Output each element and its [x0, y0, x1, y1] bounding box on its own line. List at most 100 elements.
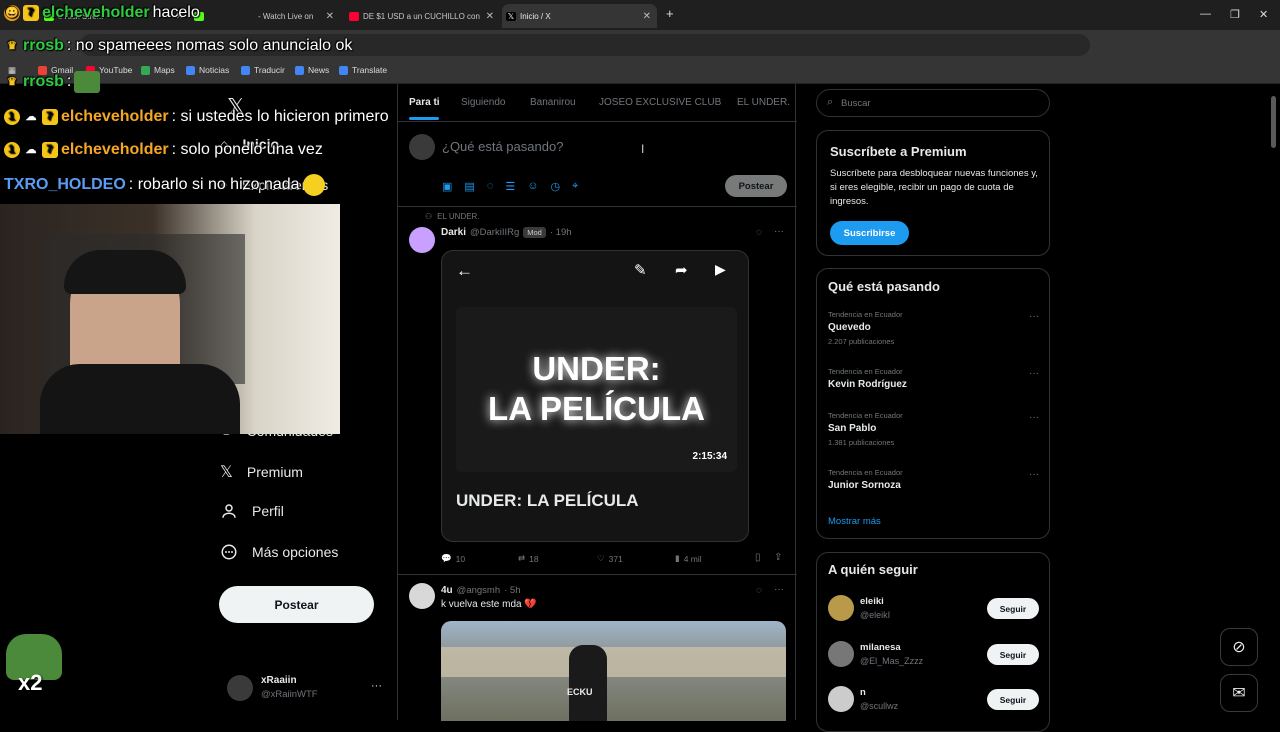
- bookmark-traducir[interactable]: Traducir: [241, 65, 285, 75]
- trend-name: San Pablo: [828, 423, 877, 434]
- like-count: 371: [608, 553, 623, 564]
- new-tab-button[interactable]: +: [666, 6, 674, 21]
- back-arrow-icon[interactable]: ←: [456, 261, 473, 281]
- trend-item[interactable]: Tendencia en Ecuador Quevedo 2.207 publi…: [828, 310, 1040, 346]
- bookmark-news[interactable]: News: [295, 65, 329, 75]
- chat-message: 😀 7 elcheveholder hacelo: [4, 4, 200, 22]
- grok-icon[interactable]: ◌: [487, 180, 494, 193]
- grok-floating-button[interactable]: ⊘: [1220, 628, 1258, 666]
- close-icon[interactable]: ✕: [643, 11, 651, 22]
- chat-username: elcheveholder: [42, 4, 150, 21]
- divider: [398, 574, 797, 575]
- browser-tab[interactable]: - Watch Live on ✕: [190, 4, 340, 28]
- community-label: EL UNDER.: [437, 212, 480, 221]
- nav-item-profile[interactable]: Perfil: [220, 502, 284, 520]
- video-icon[interactable]: ▶: [715, 261, 726, 278]
- post-author-avatar[interactable]: [409, 227, 435, 253]
- trend-item[interactable]: Tendencia en Ecuador Kevin Rodríguez: [828, 367, 1040, 390]
- compose-post-button[interactable]: Postear: [725, 175, 787, 197]
- bookmark-icon[interactable]: ▯: [755, 552, 761, 563]
- emoji-icon[interactable]: ☺: [527, 180, 538, 193]
- video-thumbnail[interactable]: UNDER: LA PELÍCULA 2:15:34: [456, 307, 737, 472]
- trend-more-icon[interactable]: ···: [1029, 368, 1039, 379]
- chat-text: :: [66, 73, 72, 90]
- search-input[interactable]: ⌕ Buscar: [816, 89, 1050, 117]
- user-avatar[interactable]: [828, 595, 854, 621]
- trends-card: Qué está pasando Tendencia en Ecuador Qu…: [816, 268, 1050, 539]
- bookmark-noticias[interactable]: Noticias: [186, 65, 229, 75]
- user-avatar[interactable]: [828, 686, 854, 712]
- reply-button[interactable]: 💬 10: [441, 553, 465, 564]
- post-more-icon[interactable]: ···: [774, 226, 784, 237]
- post-button[interactable]: Postear: [219, 586, 374, 623]
- tab-el-under[interactable]: EL UNDER.: [737, 97, 790, 108]
- user-avatar[interactable]: [828, 641, 854, 667]
- tab-following[interactable]: Siguiendo: [461, 97, 505, 108]
- user-name[interactable]: eleiki: [860, 596, 884, 607]
- trend-name: Quevedo: [828, 322, 871, 333]
- maximize-button[interactable]: ❐: [1230, 8, 1240, 21]
- post-author-name[interactable]: Darki: [441, 227, 466, 238]
- bookmark-maps[interactable]: Maps: [141, 65, 175, 75]
- post-video[interactable]: ECKU: [441, 621, 786, 721]
- post-time[interactable]: · 5h: [504, 585, 520, 596]
- page-scrollbar[interactable]: [1271, 96, 1276, 148]
- user-name[interactable]: n: [860, 687, 866, 698]
- follow-button[interactable]: Seguir: [987, 644, 1039, 665]
- poll-icon[interactable]: ☰: [505, 180, 515, 193]
- repost-button[interactable]: ⇄ 18: [518, 553, 539, 564]
- account-avatar[interactable]: [227, 675, 253, 701]
- video-title-line2: LA PELÍCULA: [488, 390, 705, 427]
- edit-icon[interactable]: ✎: [634, 261, 647, 279]
- location-icon[interactable]: ⌖: [572, 180, 578, 193]
- follow-button[interactable]: Seguir: [987, 689, 1039, 710]
- tab-bananirou[interactable]: Bananirou: [530, 97, 576, 108]
- browser-tab-active[interactable]: 𝕏 Inicio / X ✕: [502, 4, 657, 28]
- chat-username: elcheveholder: [61, 108, 169, 125]
- nav-item-premium[interactable]: 𝕏 Premium: [220, 462, 303, 482]
- share-icon[interactable]: ⇪: [774, 552, 782, 563]
- nav-item-more[interactable]: Más opciones: [220, 543, 338, 561]
- tab-joseo[interactable]: JOSEO EXCLUSIVE CLUB: [599, 97, 721, 108]
- community-context[interactable]: ⚇ EL UNDER.: [425, 212, 480, 221]
- account-menu-icon[interactable]: ···: [371, 680, 382, 692]
- post-author-avatar[interactable]: [409, 583, 435, 609]
- bookmark-label: Noticias: [199, 65, 230, 75]
- post-more-icon[interactable]: ···: [774, 584, 784, 595]
- user-name[interactable]: milanesa: [860, 642, 901, 653]
- schedule-icon[interactable]: ◷: [550, 180, 560, 193]
- trend-more-icon[interactable]: ···: [1029, 412, 1039, 423]
- follow-button[interactable]: Seguir: [987, 598, 1039, 619]
- subscribe-button[interactable]: Suscribirse: [830, 221, 909, 245]
- bookmarks-bar: ▦ Gmail YouTube Maps Noticias Traducir N…: [0, 60, 1280, 84]
- close-icon[interactable]: ✕: [326, 11, 334, 22]
- share-icon[interactable]: ➦: [675, 261, 688, 279]
- messages-floating-button[interactable]: ✉: [1220, 674, 1258, 712]
- trend-more-icon[interactable]: ···: [1029, 469, 1039, 480]
- trend-meta: Tendencia en Ecuador: [828, 468, 903, 477]
- show-more-link[interactable]: Mostrar más: [828, 516, 881, 527]
- trend-more-icon[interactable]: ···: [1029, 311, 1039, 322]
- tab-for-you[interactable]: Para ti: [409, 97, 440, 108]
- gif-icon[interactable]: ▤: [464, 180, 474, 193]
- grok-icon[interactable]: ◌: [756, 227, 762, 238]
- post-time[interactable]: · 19h: [550, 227, 572, 238]
- grok-icon[interactable]: ◌: [756, 585, 762, 596]
- browser-tab[interactable]: DE $1 USD a un CUCHILLO con ✕: [345, 4, 500, 28]
- video-card[interactable]: ← ✎ ➦ ▶ UNDER: LA PELÍCULA 2:15:34 UNDER…: [441, 250, 749, 542]
- bookmark-translate[interactable]: Translate: [339, 65, 387, 75]
- close-icon[interactable]: ✕: [486, 11, 494, 22]
- views-button[interactable]: ▮ 4 mil: [675, 553, 702, 564]
- minimize-button[interactable]: —: [1200, 8, 1211, 20]
- post-author-name[interactable]: 4u: [441, 585, 453, 596]
- like-button[interactable]: ♡ 371: [597, 553, 623, 564]
- badge-icon: 7: [42, 109, 58, 125]
- trend-item[interactable]: Tendencia en Ecuador San Pablo 1.381 pub…: [828, 411, 1040, 447]
- close-window-button[interactable]: ✕: [1259, 8, 1268, 21]
- news-icon: [295, 65, 304, 75]
- trend-name: Kevin Rodríguez: [828, 379, 907, 390]
- compose-input[interactable]: ¿Qué está pasando?: [442, 139, 563, 154]
- media-icon[interactable]: ▣: [442, 180, 452, 193]
- chat-message: 1 ☁ 7 elcheveholder: si ustedes lo hicie…: [4, 108, 389, 126]
- trend-item[interactable]: Tendencia en Ecuador Junior Sornoza: [828, 468, 1040, 491]
